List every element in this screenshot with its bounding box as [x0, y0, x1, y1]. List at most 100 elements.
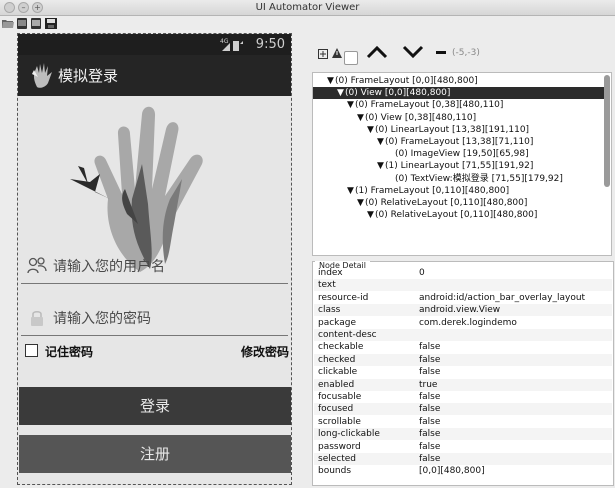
next-node-icon[interactable]	[402, 45, 424, 59]
detail-row[interactable]: focusable false	[314, 391, 612, 403]
detail-value: false	[419, 429, 441, 440]
tree-node[interactable]: ▼ (0) LinearLayout [13,38][191,110]	[313, 124, 609, 136]
tree-expand-arrow-icon[interactable]: ▼	[357, 112, 364, 124]
tree-node[interactable]: ▼ (0) RelativeLayout [0,110][480,800]	[313, 209, 609, 221]
tree-expand-arrow-icon[interactable]: ▼	[347, 185, 354, 197]
detail-row[interactable]: selected false	[314, 453, 612, 465]
username-placeholder: 请输入您的用户名	[53, 259, 165, 275]
detail-row[interactable]: scrollable false	[314, 416, 612, 428]
action-bar: 模拟登录	[18, 55, 291, 96]
detail-row[interactable]: focused false	[314, 403, 612, 416]
device-screenshot-compressed-icon[interactable]	[30, 18, 42, 29]
tree-node[interactable]: ▼ (0) FrameLayout [0,0][480,800]	[313, 75, 609, 87]
detail-key: scrollable	[318, 416, 361, 427]
tree-node-label: (0) ImageView [19,50][65,98]	[395, 149, 529, 160]
app-title: 模拟登录	[58, 67, 119, 85]
device-screen[interactable]: 4G 9:50 模拟登录 请输入您的用户名 请输入您的密码 记住密码 修改密码 …	[17, 33, 292, 485]
toggle-checkbox[interactable]	[344, 51, 358, 65]
tree-node-label: (0) RelativeLayout [0,110][480,800]	[375, 210, 538, 221]
detail-row[interactable]: class android.view.View	[314, 304, 612, 317]
detail-value: [0,0][480,800]	[419, 466, 485, 477]
login-button[interactable]: 登录	[19, 387, 291, 425]
register-button[interactable]: 注册	[19, 435, 291, 473]
tree-node-label: (0) LinearLayout [13,38][191,110]	[375, 124, 530, 135]
tree-expand-arrow-icon[interactable]: ▼	[357, 197, 364, 209]
tree-expand-arrow-icon[interactable]: ▼	[337, 87, 344, 99]
detail-row[interactable]: checkable false	[314, 341, 612, 353]
detail-key: index	[318, 268, 343, 278]
password-field[interactable]: 请输入您的密码	[21, 298, 288, 336]
previous-node-icon[interactable]	[366, 45, 388, 59]
detail-value: android:id/action_bar_overlay_layout	[419, 292, 586, 303]
title-bar: – + UI Automator Viewer	[0, 0, 615, 16]
detail-row[interactable]: index 0	[314, 267, 612, 279]
tree-node[interactable]: ▼ (0) View [0,0][480,800]	[313, 87, 609, 100]
detail-row[interactable]: checked false	[314, 353, 612, 366]
detail-value: true	[419, 379, 438, 390]
detail-row[interactable]: text	[314, 279, 612, 292]
lock-icon	[31, 310, 43, 326]
detail-row[interactable]: enabled true	[314, 378, 612, 391]
detail-key: package	[318, 317, 356, 328]
detail-key: resource-id	[318, 292, 369, 303]
tree-node-label: (0) TextView:模拟登录 [71,55][179,92]	[395, 173, 563, 184]
tree-expand-arrow-icon[interactable]: ▼	[367, 124, 374, 136]
tree-expand-arrow-icon[interactable]: ▼	[367, 209, 374, 221]
expand-all-icon[interactable]	[318, 49, 328, 59]
username-field[interactable]: 请输入您的用户名	[21, 246, 288, 284]
detail-row[interactable]: content-desc	[314, 329, 612, 341]
tree-expand-arrow-icon[interactable]: ▼	[327, 75, 334, 87]
detail-row[interactable]: password false	[314, 441, 612, 453]
tree-expand-arrow-icon[interactable]: ▼	[377, 160, 384, 172]
tree-node-label: (0) FrameLayout [13,38][71,110]	[385, 137, 534, 147]
detail-key: content-desc	[318, 330, 377, 340]
remember-label: 记住密码	[45, 345, 94, 359]
tree-node[interactable]: (0) TextView:模拟登录 [71,55][179,92]	[313, 173, 609, 185]
window-title: UI Automator Viewer	[255, 2, 360, 13]
detail-value: 0	[419, 268, 425, 278]
tree-node-label: (0) RelativeLayout [0,110][480,800]	[365, 198, 528, 208]
collapse-icon[interactable]	[436, 51, 446, 55]
coordinate-readout: (-5,-3)	[452, 48, 480, 58]
device-screenshot-icon[interactable]	[16, 18, 28, 29]
tree-controls: (-5,-3)	[310, 33, 615, 70]
detail-key: checkable	[318, 342, 364, 353]
remember-checkbox[interactable]	[25, 344, 38, 357]
detail-value: false	[419, 416, 441, 427]
detail-row[interactable]: resource-id android:id/action_bar_overlay…	[314, 292, 612, 304]
detail-row[interactable]: long-clickable false	[314, 428, 612, 441]
node-detail-table: Node Detail index 0 text resource-id android…	[312, 261, 614, 486]
detail-row[interactable]: bounds [0,0][480,800]	[314, 465, 612, 477]
tree-node[interactable]: ▼ (0) RelativeLayout [0,110][480,800]	[313, 197, 609, 209]
tree-node[interactable]: ▼ (0) FrameLayout [13,38][71,110]	[313, 136, 609, 148]
tree-node[interactable]: ▼ (1) FrameLayout [0,110][480,800]	[313, 185, 609, 197]
tree-node-label: (0) FrameLayout [0,38][480,110]	[355, 100, 504, 111]
detail-value: false	[419, 367, 441, 378]
hierarchy-tree[interactable]: ▼ (0) FrameLayout [0,0][480,800] ▼ (0) View…	[312, 72, 612, 256]
users-icon	[27, 257, 47, 274]
save-icon[interactable]	[45, 18, 57, 29]
uiautomator-window: – + UI Automator Viewer 4G 9:50 模拟登录 请输入…	[0, 0, 615, 488]
tree-expand-arrow-icon[interactable]: ▼	[347, 99, 354, 111]
detail-key: enabled	[318, 379, 355, 390]
tree-scrollbar[interactable]	[604, 75, 610, 187]
warning-icon[interactable]	[332, 48, 342, 58]
status-time: 9:50	[255, 37, 285, 52]
tree-node-label: (1) LinearLayout [71,55][191,92]	[385, 161, 534, 172]
detail-value: false	[419, 354, 441, 365]
tree-node[interactable]: ▼ (1) LinearLayout [71,55][191,92]	[313, 160, 609, 172]
open-folder-icon[interactable]	[2, 18, 14, 29]
tree-node[interactable]: ▼ (0) View [0,38][480,110]	[313, 112, 609, 124]
detail-key: password	[318, 441, 361, 452]
tree-node-label: (1) FrameLayout [0,110][480,800]	[355, 185, 510, 196]
detail-row[interactable]: clickable false	[314, 366, 612, 378]
detail-key: focusable	[318, 392, 362, 402]
detail-row[interactable]: package com.derek.logindemo	[314, 317, 612, 329]
tree-expand-arrow-icon[interactable]: ▼	[377, 136, 384, 148]
tree-node[interactable]: (0) ImageView [19,50][65,98]	[313, 148, 609, 160]
tree-node[interactable]: ▼ (0) FrameLayout [0,38][480,110]	[313, 99, 609, 111]
detail-value: android.view.View	[419, 305, 501, 316]
tree-node-label: (0) FrameLayout [0,0][480,800]	[335, 76, 478, 86]
modify-password-link[interactable]: 修改密码	[241, 343, 289, 360]
detail-value: com.derek.logindemo	[419, 317, 517, 328]
